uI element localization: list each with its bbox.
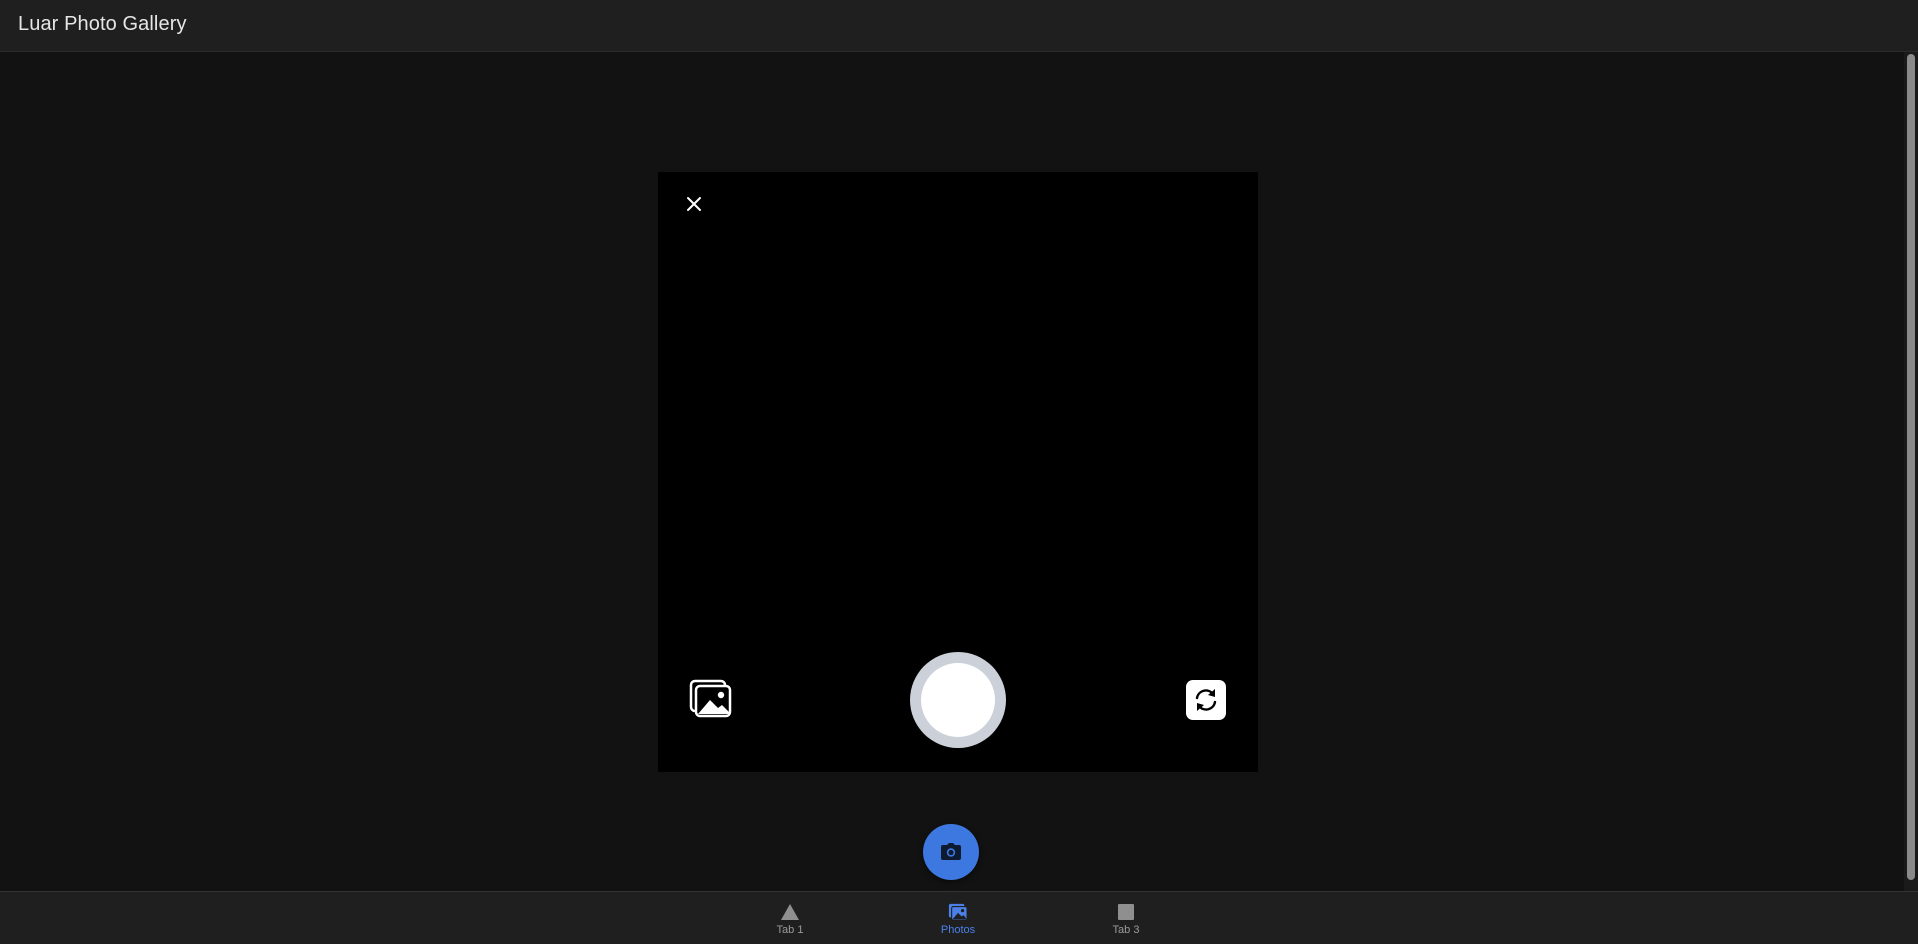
scrollbar[interactable] <box>1904 52 1918 891</box>
square-icon <box>1116 902 1136 922</box>
camera-icon <box>941 843 961 860</box>
images-icon <box>948 902 968 922</box>
scrollbar-thumb[interactable] <box>1907 54 1915 880</box>
tab-label: Photos <box>940 924 976 936</box>
tab-3[interactable]: Tab 3 <box>1066 892 1186 944</box>
tab-1[interactable]: Tab 1 <box>730 892 850 944</box>
flip-camera-button[interactable] <box>1186 680 1226 720</box>
close-button[interactable] <box>678 188 710 220</box>
shutter-button[interactable] <box>910 652 1006 748</box>
page-title: Luar Photo Gallery <box>18 13 187 35</box>
camera-preview <box>658 172 1258 772</box>
shutter-icon <box>921 663 995 737</box>
tab-bar: Tab 1 Photos Tab 3 <box>0 891 1918 944</box>
images-icon <box>689 679 732 718</box>
close-icon <box>687 197 701 211</box>
camera-reverse-icon <box>1195 689 1217 711</box>
tab-label: Tab 3 <box>1112 924 1140 936</box>
triangle-icon <box>780 902 800 922</box>
app-header: Luar Photo Gallery <box>0 0 1918 52</box>
gallery-button[interactable] <box>688 678 732 718</box>
tab-label: Tab 1 <box>776 924 804 936</box>
tab-photos[interactable]: Photos <box>898 892 1018 944</box>
take-photo-fab[interactable] <box>923 824 979 880</box>
